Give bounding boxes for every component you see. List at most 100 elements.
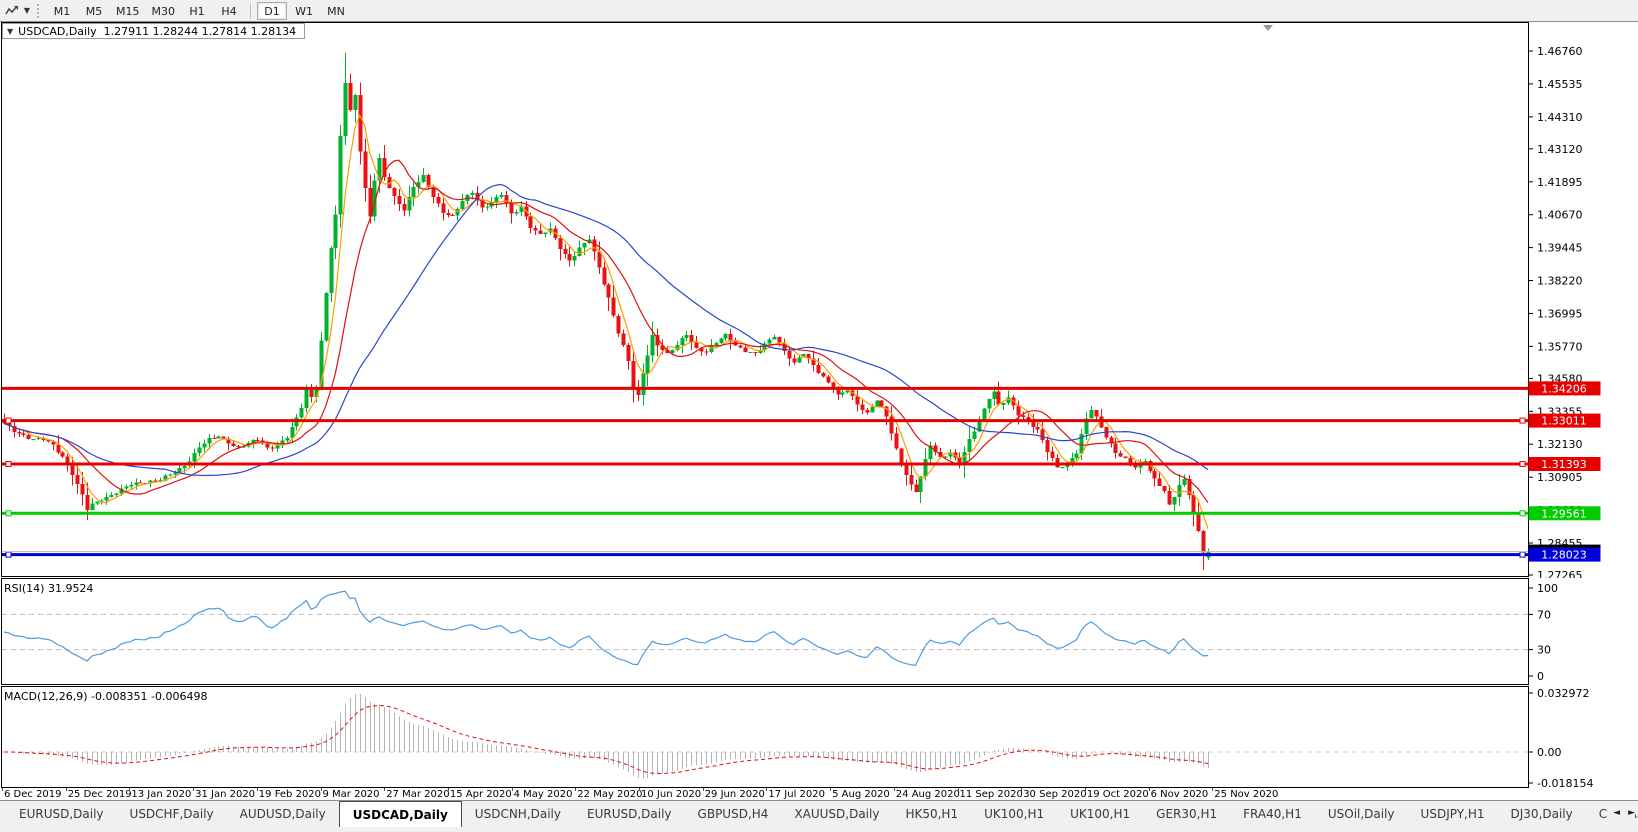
chart-tab-ger30-h1[interactable]: GER30,H1 bbox=[1143, 801, 1230, 827]
date-tick bbox=[575, 788, 577, 791]
timeframe-button-d1[interactable]: D1 bbox=[257, 1, 287, 20]
date-label: 29 Jun 2020 bbox=[704, 789, 765, 800]
candle-body bbox=[1196, 513, 1201, 531]
timeframe-button-h1[interactable]: H1 bbox=[182, 2, 212, 20]
candle-body bbox=[17, 432, 22, 434]
rsi-indicator-label: RSI(14) 31.9524 bbox=[4, 582, 94, 595]
ohlc-collapse-icon[interactable]: ▼ bbox=[7, 27, 13, 36]
date-label: 10 Jun 2020 bbox=[641, 789, 702, 800]
hline-handle bbox=[5, 510, 12, 517]
chart-tab-xauusd-daily[interactable]: XAUUSD,Daily bbox=[781, 801, 892, 827]
candle-body bbox=[333, 214, 338, 248]
macd-panel-canvas[interactable]: 0.032972 0.00 -0.018154 bbox=[0, 686, 1638, 788]
candle-body bbox=[182, 465, 187, 468]
chart-tab-uk100-h1[interactable]: UK100,H1 bbox=[971, 801, 1057, 827]
date-tick bbox=[65, 788, 67, 791]
chart-tab-usoil-daily[interactable]: USOil,Daily bbox=[1315, 801, 1408, 827]
candle-body bbox=[797, 357, 802, 363]
chart-tab-usdjpy-h1[interactable]: USDJPY,H1 bbox=[1408, 801, 1498, 827]
timeframe-button-h4[interactable]: H4 bbox=[214, 2, 244, 20]
candle-body bbox=[894, 433, 899, 449]
candle-body bbox=[436, 197, 441, 204]
candle-body bbox=[1035, 426, 1040, 430]
candle-body bbox=[860, 404, 865, 411]
macd-indicator-label: MACD(12,26,9) -0.008351 -0.006498 bbox=[4, 690, 208, 703]
candle-body bbox=[192, 453, 197, 462]
candle-body bbox=[680, 338, 685, 346]
candle-body bbox=[504, 195, 509, 204]
candle-body bbox=[348, 82, 353, 110]
toolbar-grip[interactable] bbox=[37, 3, 42, 18]
rsi-plot-border bbox=[1, 578, 1529, 685]
candle-body bbox=[1094, 409, 1099, 417]
timeframe-buttons: M1 M5 M15 M30 H1 H4 D1 W1 MN bbox=[46, 1, 352, 20]
candle-body bbox=[485, 206, 490, 208]
candle-body bbox=[792, 358, 797, 363]
candle-body bbox=[299, 407, 304, 418]
rsi-tick-label: 70 bbox=[1537, 608, 1551, 621]
candle-body bbox=[602, 267, 607, 285]
timeframe-button-m15[interactable]: M15 bbox=[111, 2, 145, 20]
candle-body bbox=[358, 95, 363, 152]
candle-body bbox=[26, 435, 31, 440]
candle-body bbox=[914, 484, 919, 493]
chart-tab-gbpusd-h4[interactable]: GBPUSD,H4 bbox=[685, 801, 782, 827]
chart-tab-uk100-h1[interactable]: UK100,H1 bbox=[1057, 801, 1143, 827]
date-tick bbox=[1084, 788, 1086, 791]
chart-tab-audusd-daily[interactable]: AUDUSD,Daily bbox=[227, 801, 339, 827]
timeframe-button-m30[interactable]: M30 bbox=[147, 2, 181, 20]
date-tick bbox=[256, 788, 258, 791]
date-label: 19 Feb 2020 bbox=[258, 789, 322, 800]
chart-tab-dj30-daily[interactable]: DJ30,Daily bbox=[1498, 801, 1586, 827]
tabs-scroll-left-icon[interactable]: ◄ bbox=[1613, 808, 1620, 818]
chart-tab-hk50-h1[interactable]: HK50,H1 bbox=[892, 801, 971, 827]
candle-body bbox=[689, 335, 694, 343]
price-tick-label: 1.46760 bbox=[1537, 45, 1583, 58]
chart-type-icon[interactable] bbox=[3, 3, 21, 19]
date-tick bbox=[129, 788, 131, 791]
timeframe-button-m5[interactable]: M5 bbox=[79, 2, 109, 20]
chart-tab-usdchf-daily[interactable]: USDCHF,Daily bbox=[117, 801, 227, 827]
candle-body bbox=[460, 200, 465, 210]
candle-body bbox=[338, 135, 343, 215]
chart-ohlc-header: ▼ USDCAD,Daily 1.27911 1.28244 1.27814 1… bbox=[2, 23, 306, 39]
candle-body bbox=[1118, 453, 1123, 457]
rsi-panel-canvas[interactable]: 100 70 30 0 bbox=[0, 578, 1638, 686]
chart-dropdown-icon[interactable]: ▼ bbox=[21, 6, 33, 15]
candle-body bbox=[621, 333, 626, 346]
candle-body bbox=[60, 452, 65, 457]
candle-body bbox=[772, 337, 777, 340]
candle-body bbox=[909, 474, 914, 485]
candle-body bbox=[543, 232, 548, 234]
timeframe-button-w1[interactable]: W1 bbox=[289, 2, 319, 20]
tabs-scroll-right-icon[interactable]: ► bbox=[1628, 808, 1635, 818]
chart-tab-fra40-h1[interactable]: FRA40,H1 bbox=[1230, 801, 1315, 827]
candle-body bbox=[275, 445, 280, 449]
main-chart-canvas[interactable]: 1.46760 1.45535 1.44310 1.43120 1.41895 1.406… bbox=[0, 22, 1638, 578]
chart-symbol-period: USDCAD,Daily bbox=[18, 24, 97, 38]
chart-tab-eurusd-daily[interactable]: EURUSD,Daily bbox=[6, 801, 117, 827]
candle-body bbox=[1128, 457, 1133, 464]
chart-tab-usdcad-daily[interactable]: USDCAD,Daily bbox=[338, 801, 462, 827]
candle-body bbox=[821, 372, 826, 377]
candle-body bbox=[95, 501, 100, 504]
date-label: 22 May 2020 bbox=[577, 789, 643, 800]
timeframe-button-mn[interactable]: MN bbox=[321, 2, 351, 20]
candle-body bbox=[1001, 402, 1006, 405]
candle-body bbox=[1089, 409, 1094, 419]
candle-body bbox=[748, 351, 753, 353]
chart-tabs: EURUSD,Daily USDCHF,Daily AUDUSD,Daily USDC… bbox=[0, 801, 1638, 828]
timeframe-button-m1[interactable]: M1 bbox=[47, 2, 77, 20]
chart-tab-eurusd-daily[interactable]: EURUSD,Daily bbox=[574, 801, 685, 827]
price-tick-label: 1.39445 bbox=[1537, 242, 1583, 255]
candle-body bbox=[972, 431, 977, 440]
candle-body bbox=[645, 355, 650, 374]
candle-body bbox=[197, 447, 202, 453]
date-axis[interactable]: 6 Dec 2019 25 Dec 2019 13 Jan 2020 31 Jan 2… bbox=[0, 788, 1638, 800]
chart-tab-usdcnh-daily[interactable]: USDCNH,Daily bbox=[462, 801, 574, 827]
top-toolbar: ▼ M1 M5 M15 M30 H1 H4 D1 W1 MN bbox=[0, 0, 1638, 22]
candle-body bbox=[207, 438, 212, 444]
candle-body bbox=[1177, 484, 1182, 498]
candle-body bbox=[558, 237, 563, 250]
candle-body bbox=[631, 360, 636, 389]
